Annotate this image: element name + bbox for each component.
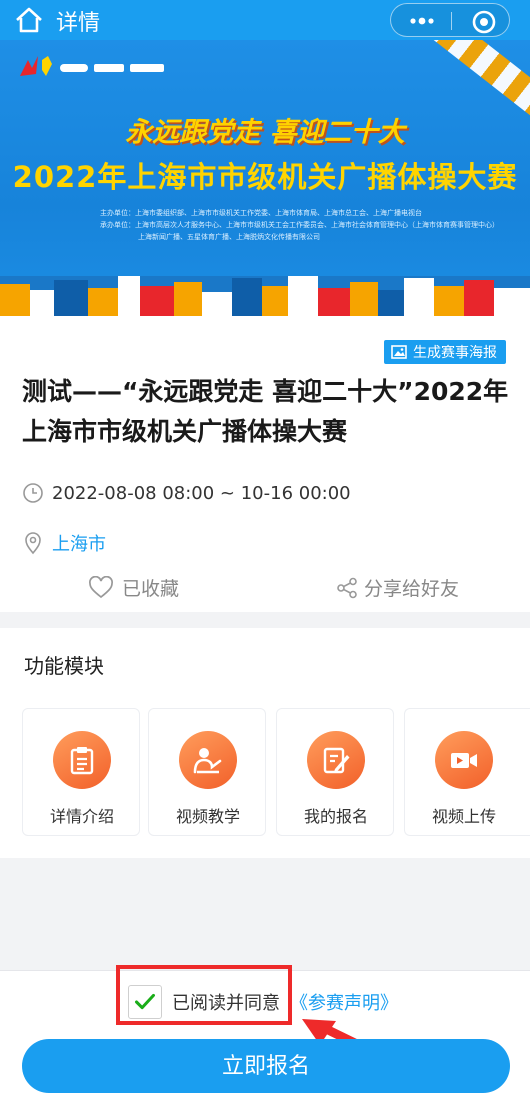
event-info-card: 生成赛事海报 测试——“永远跟党走 喜迎二十大”2022年上海市市级机关广播体操… (0, 316, 530, 612)
heart-icon (89, 575, 113, 598)
close-circle-icon[interactable] (471, 9, 497, 35)
module-icon-circle (435, 731, 493, 789)
module-my-registration[interactable]: 我的报名 (276, 708, 394, 836)
page-title: 详情 (56, 11, 101, 36)
banner-credit-support: 上海新闻广播、五星体育广播、上海脱炳文化传播有限公司 (138, 233, 320, 241)
module-label: 详情介绍 (49, 807, 114, 826)
share-button[interactable]: 分享给好友 (336, 574, 459, 601)
modules-heading: 功能模块 (24, 654, 104, 678)
favorite-label: 已收藏 (122, 578, 180, 600)
clipboard-icon (70, 747, 94, 775)
sponsor-logos (20, 56, 164, 76)
event-banner: 永远跟党走 喜迎二十大 2022年上海市市级机关广播体操大赛 主办单位：上海市委… (0, 40, 530, 316)
share-icon (337, 577, 357, 598)
signup-footer: 已阅读并同意 《参赛声明》 立即报名 (0, 965, 530, 1096)
edit-form-icon (323, 747, 350, 774)
statement-link[interactable]: 《参赛声明》 (290, 989, 398, 1015)
generate-poster-button[interactable]: 生成赛事海报 (384, 340, 506, 364)
module-label: 视频上传 (431, 807, 496, 826)
banner-credit-host: 承办单位：上海市高层次人才服务中心、上海市市级机关工会工作委员会、上海市社会体育… (100, 221, 499, 229)
module-label: 视频教学 (175, 807, 240, 826)
mini-program-capsule (390, 3, 510, 37)
signup-button[interactable]: 立即报名 (22, 1039, 510, 1093)
generate-poster-label: 生成赛事海报 (413, 345, 497, 361)
event-time-row: 2022-08-08 08:00 ~ 10-16 00:00 (22, 482, 351, 504)
module-icon-circle (307, 731, 365, 789)
clock-icon (23, 483, 43, 503)
signup-button-label: 立即报名 (221, 1053, 310, 1078)
image-icon (391, 345, 407, 359)
event-time: 2022-08-08 08:00 ~ 10-16 00:00 (52, 482, 351, 504)
event-location-row[interactable]: 上海市 (22, 530, 106, 556)
module-label: 我的报名 (303, 807, 368, 826)
navigation-bar: 详情 (0, 0, 530, 40)
banner-credit-organizer: 主办单位：上海市委组织部、上海市市级机关工作党委、上海市体育局、上海市总工会、上… (100, 209, 422, 217)
video-camera-icon (451, 753, 477, 768)
module-icon-circle (179, 731, 237, 789)
more-dots-icon[interactable] (407, 10, 437, 32)
capsule-divider (451, 12, 452, 30)
share-label: 分享给好友 (364, 578, 460, 600)
module-details[interactable]: 详情介绍 (22, 708, 140, 836)
location-pin-icon (25, 532, 41, 555)
decorative-stripe (425, 40, 530, 120)
banner-slogan: 永远跟党走 喜迎二十大 (125, 117, 405, 148)
module-video-tutorial[interactable]: 视频教学 (148, 708, 266, 836)
event-title: 测试——“永远跟党走 喜迎二十大”2022年上海市市级机关广播体操大赛 (22, 377, 509, 446)
favorite-button[interactable]: 已收藏 (88, 574, 179, 601)
red-highlight-box (116, 965, 292, 1025)
module-video-upload[interactable]: 视频上传 (404, 708, 530, 836)
home-icon[interactable] (14, 6, 44, 34)
module-icon-circle (53, 731, 111, 789)
function-modules-section: 功能模块 详情介绍 视频教学 我的报名 视频上传 (0, 628, 530, 858)
banner-title: 2022年上海市市级机关广播体操大赛 (12, 160, 518, 194)
event-location: 上海市 (52, 534, 106, 555)
teacher-icon (193, 748, 222, 774)
banner-skyline-illustration (0, 276, 530, 316)
